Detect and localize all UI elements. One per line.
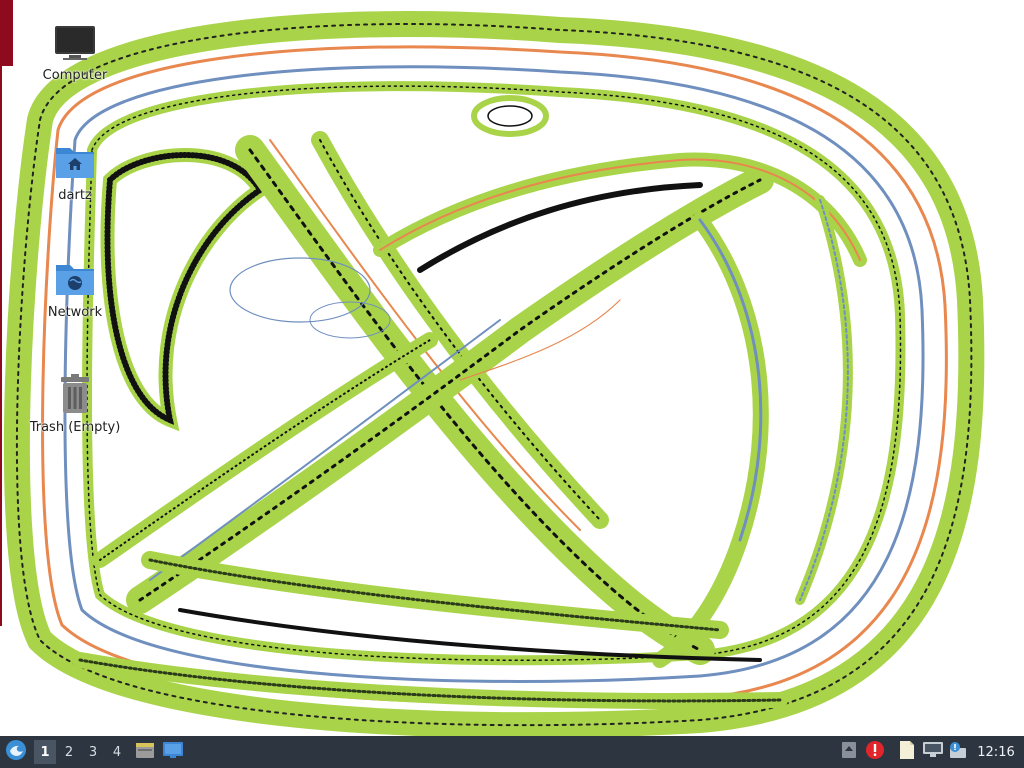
desktop-wallpaper <box>3 11 985 736</box>
home-folder-icon <box>53 140 97 184</box>
taskbar: 1 2 3 4 12:16 <box>0 736 1024 768</box>
clipboard-tray-button[interactable] <box>894 738 920 766</box>
workspace-3[interactable]: 3 <box>82 740 104 764</box>
trash-icon <box>53 372 97 416</box>
computer-monitor-icon <box>53 20 97 64</box>
tray-expand-icon <box>841 741 857 763</box>
desktop-icon-home[interactable]: dartz <box>20 140 130 204</box>
alert-icon <box>865 740 885 764</box>
desktop[interactable]: Computer dartz Network Trash (Empty) <box>0 0 1024 736</box>
desktop-icon-label: Trash (Empty) <box>29 420 121 435</box>
workspace-4[interactable]: 4 <box>106 740 128 764</box>
file-manager-launcher[interactable] <box>132 738 158 766</box>
workspace-1[interactable]: 1 <box>34 740 56 764</box>
network-folder-icon <box>53 257 97 301</box>
update-notifier-icon <box>948 740 970 764</box>
taskbar-clock[interactable]: 12:16 <box>972 745 1020 760</box>
desktop-icon-label: Network <box>47 305 103 320</box>
file-manager-icon <box>135 741 155 763</box>
desktop-icon-label: Computer <box>42 68 108 83</box>
show-desktop-launcher[interactable] <box>160 738 186 766</box>
workspace-switcher: 1 2 3 4 <box>34 740 130 764</box>
red-edge-line <box>0 66 2 626</box>
workspace-2[interactable]: 2 <box>58 740 80 764</box>
desktop-icon-computer[interactable]: Computer <box>20 20 130 84</box>
alert-tray-button[interactable] <box>862 738 888 766</box>
show-desktop-icon <box>162 741 184 763</box>
start-menu-icon <box>5 739 27 765</box>
tray-expand-button[interactable] <box>836 738 862 766</box>
desktop-icon-trash[interactable]: Trash (Empty) <box>20 372 130 436</box>
network-tray-button[interactable] <box>920 738 946 766</box>
update-notifier-button[interactable] <box>946 738 972 766</box>
desktop-icon-network[interactable]: Network <box>20 257 130 321</box>
red-window-edge <box>0 0 13 66</box>
desktop-icon-label: dartz <box>58 188 92 203</box>
network-status-icon <box>922 741 944 763</box>
clipboard-icon <box>898 739 916 765</box>
start-menu-button[interactable] <box>0 736 32 768</box>
